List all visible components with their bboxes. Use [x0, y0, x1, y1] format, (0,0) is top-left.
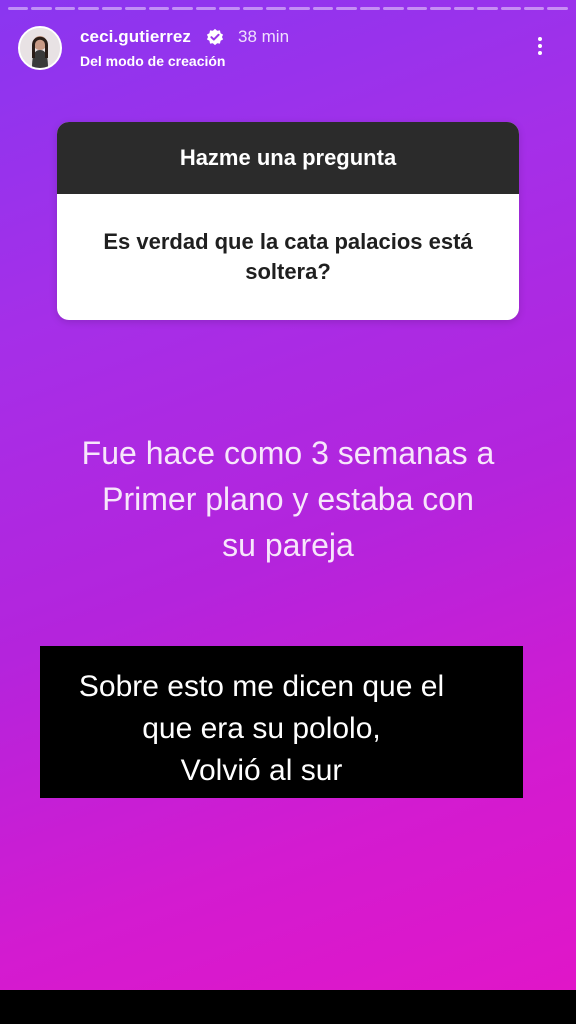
progress-segment: [172, 7, 193, 10]
progress-segment: [8, 7, 29, 10]
progress-segment: [78, 7, 99, 10]
answer-text: Fue hace como 3 semanas a Primer plano y…: [20, 430, 556, 568]
black-box-line: que era su pololo,: [142, 712, 381, 745]
progress-segment: [477, 7, 498, 10]
progress-segment: [242, 7, 263, 10]
progress-segment: [125, 7, 146, 10]
progress-segment: [523, 7, 545, 10]
black-box-line: Volvió al sur: [180, 754, 343, 787]
avatar[interactable]: [18, 26, 62, 70]
progress-segment: [336, 7, 357, 10]
progress-segment: [430, 7, 451, 10]
creation-mode-label: Del modo de creación: [80, 53, 226, 69]
post-time: 38 min: [238, 27, 290, 46]
progress-segment: [406, 7, 428, 10]
progress-segment: [54, 7, 76, 10]
progress-segment: [500, 7, 521, 10]
progress-segment: [383, 7, 404, 10]
story-background[interactable]: ceci.gutierrez 38 min Del modo de creaci…: [0, 0, 576, 990]
answer-line: su pareja: [222, 527, 354, 563]
answer-line: Fue hace como 3 semanas a: [81, 435, 495, 471]
progress-segment: [265, 7, 287, 10]
progress-segment: [101, 7, 123, 10]
verified-icon: [206, 28, 224, 46]
progress-segment: [359, 7, 381, 10]
question-text: Es verdad que la cata palacios está solt…: [103, 229, 473, 284]
text-box-black: Sobre esto me dicen que el que era su po…: [40, 646, 523, 798]
username[interactable]: ceci.gutierrez: [80, 27, 191, 47]
story-header: ceci.gutierrez 38 min Del modo de creaci…: [18, 24, 558, 74]
progress-segment: [195, 7, 217, 10]
more-options-icon[interactable]: [530, 34, 550, 64]
progress-segment: [289, 7, 310, 10]
progress-segment: [453, 7, 475, 10]
progress-segment: [148, 7, 170, 10]
bottom-bar: [0, 990, 576, 1024]
progress-segment: [31, 7, 52, 10]
story-progress-bar: [8, 7, 568, 10]
black-box-line: Sobre esto me dicen que el: [78, 670, 445, 703]
question-sticker[interactable]: Hazme una pregunta Es verdad que la cata…: [57, 122, 519, 320]
progress-segment: [312, 7, 334, 10]
answer-line: Primer plano y estaba con: [102, 481, 474, 517]
progress-segment: [547, 7, 568, 10]
progress-segment: [219, 7, 240, 10]
question-sticker-title: Hazme una pregunta: [57, 122, 519, 194]
